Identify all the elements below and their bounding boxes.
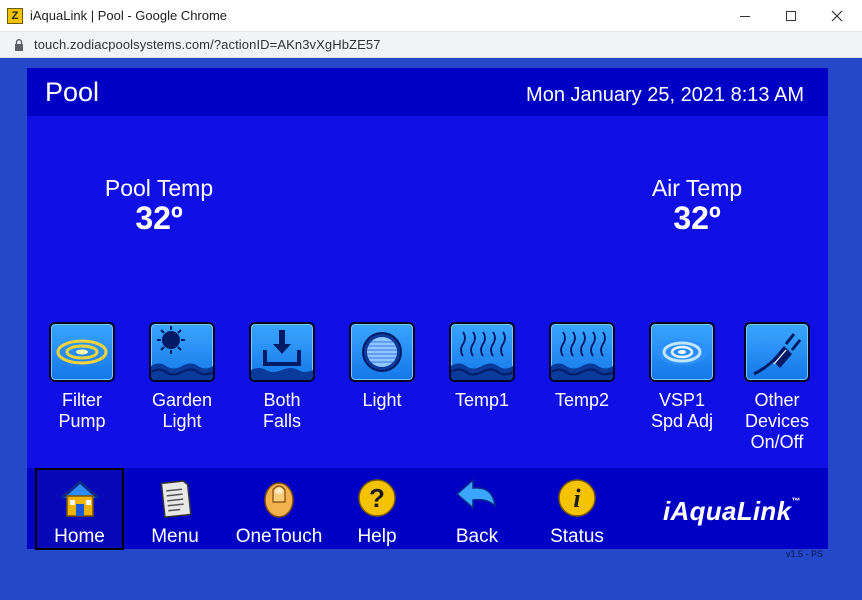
page-title: Pool — [45, 77, 100, 107]
device-label: Garden Light — [151, 390, 213, 431]
app-panel: Pool Mon January 25, 2021 8:13 AM Pool T… — [27, 68, 828, 550]
device-both-falls[interactable]: Both Falls — [237, 322, 327, 432]
url-text[interactable]: touch.zodiacpoolsystems.com/?actionID=AK… — [34, 37, 381, 52]
heater-icon — [549, 322, 615, 382]
filter-pump-icon — [49, 322, 115, 382]
device-label: Other Devices On/Off — [744, 390, 810, 452]
pool-temp-label: Pool Temp — [104, 175, 214, 201]
nav-home[interactable]: Home — [35, 468, 124, 550]
minimize-button[interactable] — [722, 0, 768, 32]
nav-back-label: Back — [455, 526, 499, 547]
lock-icon — [15, 39, 23, 51]
bottom-nav: Home Menu OneTouch ? Help Back i Status … — [27, 468, 828, 550]
window-title: iAquaLink | Pool - Google Chrome — [30, 8, 228, 23]
brand-trademark: ™ — [791, 496, 801, 506]
pool-light-icon — [349, 322, 415, 382]
nav-menu-label: Menu — [151, 526, 199, 547]
nav-onetouch-label: OneTouch — [235, 526, 323, 547]
zodiac-app-icon: Z — [7, 8, 23, 24]
svg-text:?: ? — [369, 483, 385, 513]
nav-help[interactable]: ? Help — [339, 468, 415, 549]
device-other-devices[interactable]: Other Devices On/Off — [732, 322, 822, 453]
minimize-icon — [740, 15, 750, 17]
nav-onetouch[interactable]: OneTouch — [227, 468, 331, 549]
nav-back[interactable]: Back — [437, 468, 517, 549]
panel-header: Pool Mon January 25, 2021 8:13 AM — [27, 68, 828, 116]
svg-text:i: i — [573, 484, 581, 513]
air-temp-label: Air Temp — [651, 175, 743, 201]
nav-help-label: Help — [357, 526, 397, 547]
device-label: Filter Pump — [58, 390, 106, 431]
finger-touch-icon — [264, 482, 294, 518]
date-time: Mon January 25, 2021 8:13 AM — [526, 84, 804, 106]
nav-menu[interactable]: Menu — [135, 468, 215, 549]
device-light[interactable]: Light — [337, 322, 427, 411]
air-temp-value: 32º — [673, 200, 721, 236]
maximize-button[interactable] — [768, 0, 814, 32]
pool-temp: Pool Temp 32º — [89, 175, 229, 234]
info-icon: i — [558, 479, 596, 517]
device-label: VSP1 Spd Adj — [650, 390, 714, 431]
pool-temp-value: 32º — [135, 200, 183, 236]
variable-speed-pump-icon — [649, 322, 715, 382]
title-bar: Z iAquaLink | Pool - Google Chrome — [0, 0, 862, 32]
air-temp: Air Temp 32º — [627, 175, 767, 234]
nav-status[interactable]: i Status — [537, 468, 617, 549]
iaqualink-logo: iAquaLink™ — [663, 496, 801, 527]
device-label: Temp1 — [454, 390, 510, 410]
device-label: Light — [362, 390, 402, 410]
device-garden-light[interactable]: Garden Light — [137, 322, 227, 432]
device-vsp1[interactable]: VSP1 Spd Adj — [637, 322, 727, 432]
device-label: Both Falls — [262, 390, 301, 431]
close-button[interactable] — [814, 0, 860, 32]
nav-home-label: Home — [54, 526, 105, 547]
address-bar[interactable]: touch.zodiacpoolsystems.com/?actionID=AK… — [0, 32, 862, 58]
version-text: v1.5 - PS — [786, 549, 824, 559]
close-icon — [831, 10, 843, 22]
waterfall-icon — [249, 322, 315, 382]
device-temp2[interactable]: Temp2 — [537, 322, 627, 411]
device-temp1[interactable]: Temp1 — [437, 322, 527, 411]
nav-status-label: Status — [550, 526, 604, 547]
plug-icon — [744, 322, 810, 382]
heater-icon — [449, 322, 515, 382]
device-label: Temp2 — [554, 390, 610, 410]
sun-icon — [149, 322, 215, 382]
document-icon — [160, 480, 192, 518]
device-filter-pump[interactable]: Filter Pump — [37, 322, 127, 432]
brand-name: iAquaLink — [663, 496, 792, 526]
back-arrow-icon — [455, 478, 496, 510]
help-icon: ? — [358, 479, 396, 517]
maximize-icon — [786, 11, 796, 21]
house-icon — [60, 479, 99, 517]
